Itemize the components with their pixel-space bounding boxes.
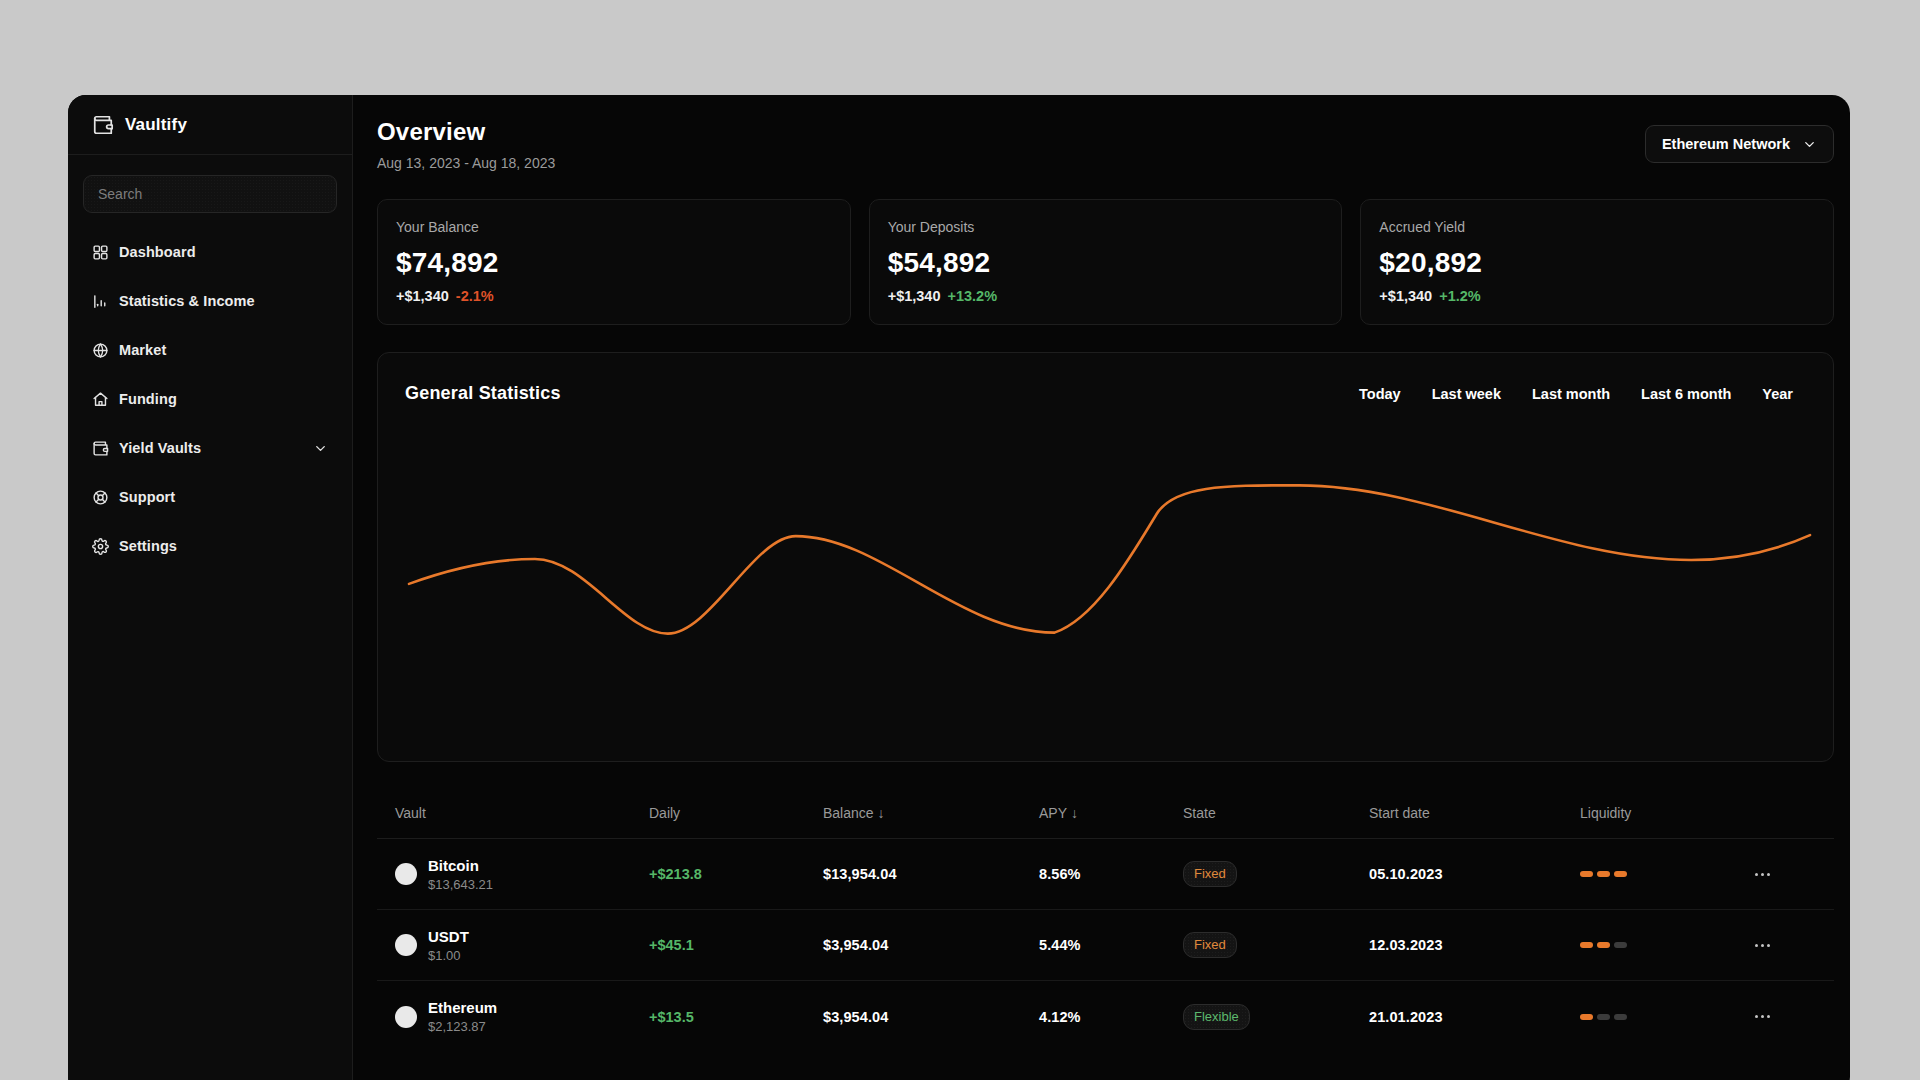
globe-icon [92, 342, 109, 359]
stat-card-yield: Accrued Yield $20,892 +$1,340 +1.2% [1360, 199, 1834, 325]
vault-name: Bitcoin [428, 857, 493, 874]
stat-label: Your Deposits [888, 219, 1324, 235]
daily-change: +$13.5 [649, 1009, 823, 1025]
table-row-usdt[interactable]: USDT $1.00 +$45.1 $3,954.04 5.44% Fixed … [377, 910, 1834, 981]
start-date: 21.01.2023 [1369, 1009, 1580, 1025]
brand-name: Vaultify [125, 115, 187, 135]
vault-name: Ethereum [428, 999, 497, 1016]
stat-value: $74,892 [396, 247, 832, 279]
dashboard-grid-icon [92, 244, 109, 261]
vault-price: $2,123.87 [428, 1019, 497, 1034]
search-input[interactable] [83, 175, 337, 213]
sidebar: Vaultify Dashboard Statistics & Income [68, 95, 353, 1080]
sidebar-item-label: Settings [119, 538, 328, 554]
sidebar-item-label: Funding [119, 391, 328, 407]
coin-icon [395, 1006, 417, 1028]
apy-value: 5.44% [1039, 937, 1183, 953]
sidebar-item-settings[interactable]: Settings [80, 526, 340, 566]
row-menu-button[interactable] [1755, 1015, 1816, 1018]
date-range: Aug 13, 2023 - Aug 18, 2023 [377, 155, 555, 171]
stat-value: $54,892 [888, 247, 1324, 279]
chevron-down-icon [1802, 137, 1817, 152]
page-title: Overview [377, 120, 555, 144]
vault-price: $1.00 [428, 948, 469, 963]
sidebar-item-market[interactable]: Market [80, 330, 340, 370]
sort-desc-icon: ↓ [1071, 805, 1078, 821]
col-start-date[interactable]: Start date [1369, 805, 1580, 838]
home-icon [92, 391, 109, 408]
col-balance[interactable]: Balance↓ [823, 805, 1039, 838]
stat-change-amount: +$1,340 [396, 288, 449, 304]
main-content: Overview Aug 13, 2023 - Aug 18, 2023 Eth… [353, 95, 1850, 1080]
stat-label: Accrued Yield [1379, 219, 1815, 235]
col-vault[interactable]: Vault [395, 805, 649, 838]
stat-change-amount: +$1,340 [888, 288, 941, 304]
stat-change-percent: -2.1% [456, 288, 494, 304]
sidebar-item-support[interactable]: Support [80, 477, 340, 517]
sidebar-item-label: Yield Vaults [119, 440, 303, 456]
stat-value: $20,892 [1379, 247, 1815, 279]
wallet-icon [92, 440, 109, 457]
app-window: Vaultify Dashboard Statistics & Income [68, 95, 1850, 1080]
stat-label: Your Balance [396, 219, 832, 235]
life-buoy-icon [92, 489, 109, 506]
col-apy[interactable]: APY↓ [1039, 805, 1183, 838]
sidebar-item-label: Support [119, 489, 328, 505]
coin-icon [395, 934, 417, 956]
apy-value: 4.12% [1039, 1009, 1183, 1025]
sidebar-item-label: Market [119, 342, 328, 358]
daily-change: +$45.1 [649, 937, 823, 953]
balance-value: $13,954.04 [823, 866, 1039, 882]
sidebar-item-label: Dashboard [119, 244, 328, 260]
col-liquidity[interactable]: Liquidity [1580, 805, 1755, 838]
sidebar-item-statistics-income[interactable]: Statistics & Income [80, 281, 340, 321]
col-state[interactable]: State [1183, 805, 1369, 838]
sidebar-nav: Dashboard Statistics & Income Market Fun… [68, 232, 352, 566]
sidebar-item-label: Statistics & Income [119, 293, 328, 309]
general-statistics-chart: General Statistics Today Last week Last … [377, 352, 1834, 762]
sidebar-item-funding[interactable]: Funding [80, 379, 340, 419]
row-menu-button[interactable] [1755, 944, 1816, 947]
stat-card-deposits: Your Deposits $54,892 +$1,340 +13.2% [869, 199, 1343, 325]
col-daily[interactable]: Daily [649, 805, 823, 838]
daily-change: +$213.8 [649, 866, 823, 882]
row-menu-button[interactable] [1755, 873, 1816, 876]
line-chart [378, 353, 1833, 761]
stat-change-percent: +13.2% [948, 288, 998, 304]
vault-price: $13,643.21 [428, 877, 493, 892]
liquidity-indicator [1580, 1014, 1755, 1020]
stat-card-balance: Your Balance $74,892 +$1,340 -2.1% [377, 199, 851, 325]
state-badge: Fixed [1183, 861, 1237, 887]
table-row-bitcoin[interactable]: Bitcoin $13,643.21 +$213.8 $13,954.04 8.… [377, 839, 1834, 910]
bar-chart-icon [92, 293, 109, 310]
table-header: Vault Daily Balance↓ APY↓ State Start da… [377, 762, 1834, 839]
network-selector-label: Ethereum Network [1662, 136, 1790, 152]
sort-desc-icon: ↓ [878, 805, 885, 821]
start-date: 05.10.2023 [1369, 866, 1580, 882]
balance-value: $3,954.04 [823, 937, 1039, 953]
network-selector[interactable]: Ethereum Network [1645, 125, 1834, 163]
coin-icon [395, 863, 417, 885]
table-row-ethereum[interactable]: Ethereum $2,123.87 +$13.5 $3,954.04 4.12… [377, 981, 1834, 1052]
liquidity-indicator [1580, 942, 1755, 948]
chart-line [409, 485, 1810, 633]
balance-value: $3,954.04 [823, 1009, 1039, 1025]
chevron-down-icon [313, 441, 328, 456]
state-badge: Flexible [1183, 1004, 1250, 1030]
start-date: 12.03.2023 [1369, 937, 1580, 953]
stat-change-amount: +$1,340 [1379, 288, 1432, 304]
apy-value: 8.56% [1039, 866, 1183, 882]
logo: Vaultify [68, 95, 352, 155]
liquidity-indicator [1580, 871, 1755, 877]
sidebar-item-dashboard[interactable]: Dashboard [80, 232, 340, 272]
vault-name: USDT [428, 928, 469, 945]
sidebar-item-yield-vaults[interactable]: Yield Vaults [80, 428, 340, 468]
gear-icon [92, 538, 109, 555]
state-badge: Fixed [1183, 932, 1237, 958]
stat-change-percent: +1.2% [1439, 288, 1481, 304]
wallet-logo-icon [92, 114, 114, 136]
